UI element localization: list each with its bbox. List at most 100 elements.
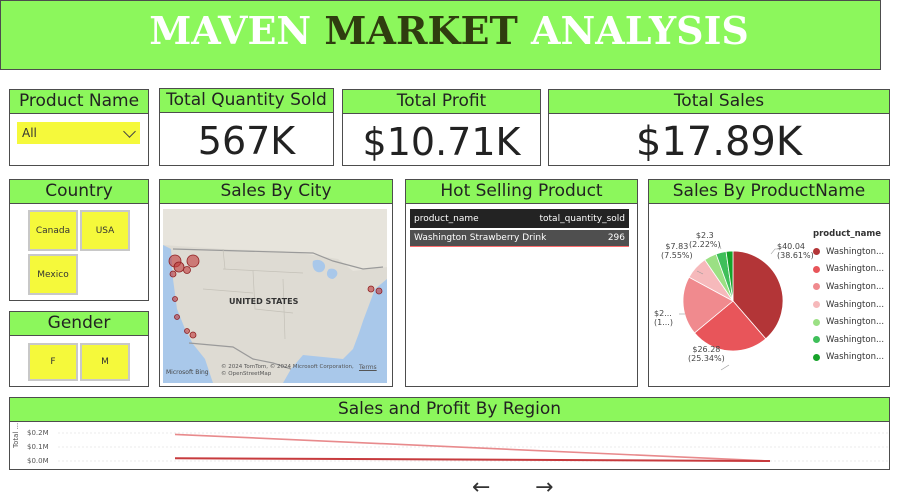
pie-label-percent: (2.22%) (689, 240, 721, 249)
product-name-dropdown[interactable]: All (17, 122, 140, 144)
kpi-total-sales-value: $17.89K (635, 119, 803, 165)
sales-by-product-card: Sales By ProductName $40.04 (38.61%) $26… (648, 179, 890, 387)
city-bubble (189, 331, 197, 339)
legend-item[interactable]: Washington... (813, 261, 884, 279)
city-bubble (375, 287, 383, 295)
pie-label-slice-4: $7.83 (7.55%) (661, 242, 693, 260)
product-name-slicer-title: Product Name (10, 90, 148, 114)
kpi-total-quantity-title: Total Quantity Sold (160, 89, 333, 113)
title-banner: MAVEN MARKET ANALYSIS (0, 0, 881, 70)
title-word-1: MAVEN (149, 8, 312, 53)
previous-page-arrow-icon[interactable]: ← (472, 477, 490, 499)
country-tile-canada[interactable]: Canada (28, 210, 78, 251)
hot-selling-title: Hot Selling Product (406, 180, 637, 204)
city-map[interactable]: UNITED STATES Microsoft Bing © 2024 TomT… (163, 209, 387, 383)
legend-label: Washington... (826, 264, 885, 275)
leader-line (720, 364, 730, 371)
legend-marker (813, 265, 820, 273)
region-series-line[interactable] (174, 433, 771, 462)
region-series-line[interactable] (174, 457, 771, 462)
kpi-total-quantity-value: 567K (197, 119, 296, 163)
legend-label: Washington... (826, 281, 885, 292)
city-bubble (183, 266, 191, 274)
sales-by-city-card: Sales By City UNITED STATES Microsoft Bi… (159, 179, 393, 387)
kpi-total-sales: Total Sales $17.89K (548, 89, 890, 166)
city-bubble (367, 285, 375, 293)
table-row[interactable]: Washington Strawberry Drink 296 (410, 230, 629, 247)
sales-profit-region-card: Sales and Profit By Region Total ... $0.… (9, 397, 890, 470)
title-word-3: ANALYSIS (531, 8, 749, 53)
kpi-total-quantity: Total Quantity Sold 567K (159, 88, 334, 166)
region-line-chart[interactable] (10, 398, 891, 471)
gender-tile-f[interactable]: F (28, 343, 78, 381)
gender-slicer-title: Gender (10, 312, 148, 336)
pie-label-percent: (38.61%) (777, 251, 814, 260)
product-name-slicer: Product Name All (9, 89, 149, 166)
sales-by-product-title: Sales By ProductName (649, 180, 889, 204)
city-bubble (184, 328, 190, 334)
hot-selling-card: Hot Selling Product product_name total_q… (405, 179, 638, 387)
pie-label-slice-5: $2.3 (2.22%) (689, 231, 721, 249)
page-title: MAVEN MARKET ANALYSIS (0, 8, 898, 53)
title-word-2: MARKET (324, 8, 518, 53)
legend-marker (813, 318, 820, 326)
pie-label-slice-3: $2... (1...) (654, 309, 673, 327)
cell-product-name: Washington Strawberry Drink (414, 233, 547, 243)
pie-label-percent: (25.34%) (688, 354, 725, 363)
pie-label-slice-2: $26.28 (25.34%) (688, 345, 725, 363)
legend-marker (813, 353, 820, 361)
legend-label: Washington... (826, 299, 885, 310)
country-slicer-title: Country (10, 180, 148, 204)
legend-item[interactable]: Washington... (813, 313, 884, 331)
pie-label-slice-1: $40.04 (38.61%) (777, 242, 814, 260)
next-page-arrow-icon[interactable]: → (535, 477, 553, 499)
product-name-selected: All (22, 126, 37, 140)
country-tile-usa[interactable]: USA (80, 210, 130, 251)
city-bubble (169, 270, 177, 278)
kpi-total-sales-title: Total Sales (549, 90, 889, 114)
map-terms-link[interactable]: Terms (359, 364, 377, 371)
legend-label: Washington... (826, 352, 885, 363)
column-header-total-quantity[interactable]: total_quantity_sold (539, 214, 625, 224)
map-attribution: © 2024 TomTom, © 2024 Microsoft Corporat… (221, 364, 354, 377)
legend-marker (813, 336, 820, 344)
legend-label: Washington... (826, 246, 885, 257)
map-bing-logo: Microsoft Bing (166, 369, 209, 376)
gender-tile-m[interactable]: M (80, 343, 130, 381)
legend-marker (813, 301, 820, 309)
pie-label-value: $2... (654, 309, 672, 318)
legend-marker (813, 248, 820, 256)
legend-item[interactable]: Washington... (813, 243, 884, 261)
legend-item[interactable]: Washington... (813, 349, 884, 367)
pie-label-value: $26.28 (692, 345, 721, 354)
country-tile-mexico[interactable]: Mexico (28, 254, 78, 295)
legend-item[interactable]: Washington... (813, 331, 884, 349)
kpi-total-profit-value: $10.71K (362, 120, 521, 164)
legend-item[interactable]: Washington... (813, 296, 884, 314)
city-bubble (186, 254, 200, 268)
legend-label: Washington... (826, 317, 885, 328)
table-header: product_name total_quantity_sold (410, 209, 629, 228)
city-bubbles (168, 254, 383, 339)
gender-slicer: Gender F M (9, 311, 149, 387)
country-slicer: Country Canada USA Mexico (9, 179, 149, 301)
pie-legend: product_name Washington... Washington... W… (813, 229, 884, 366)
kpi-total-profit: Total Profit $10.71K (342, 89, 541, 166)
legend-item[interactable]: Washington... (813, 278, 884, 296)
pie-label-percent: (1...) (654, 318, 673, 327)
city-bubble (173, 261, 185, 273)
pie-label-value: $40.04 (777, 242, 805, 251)
pie-label-percent: (7.55%) (661, 251, 693, 260)
chevron-down-icon (123, 125, 136, 138)
legend-label: Washington... (826, 334, 885, 345)
pie-label-value: $7.83 (665, 242, 689, 251)
cell-total-quantity: 296 (607, 233, 625, 243)
hot-selling-table: product_name total_quantity_sold Washing… (410, 209, 629, 247)
pie-label-value: $2.3 (695, 231, 714, 240)
column-header-product-name[interactable]: product_name (414, 214, 479, 224)
legend-marker (813, 283, 820, 291)
kpi-total-profit-title: Total Profit (343, 90, 540, 114)
city-bubble (172, 296, 178, 302)
city-bubble (174, 314, 180, 320)
sales-by-city-title: Sales By City (160, 180, 392, 204)
